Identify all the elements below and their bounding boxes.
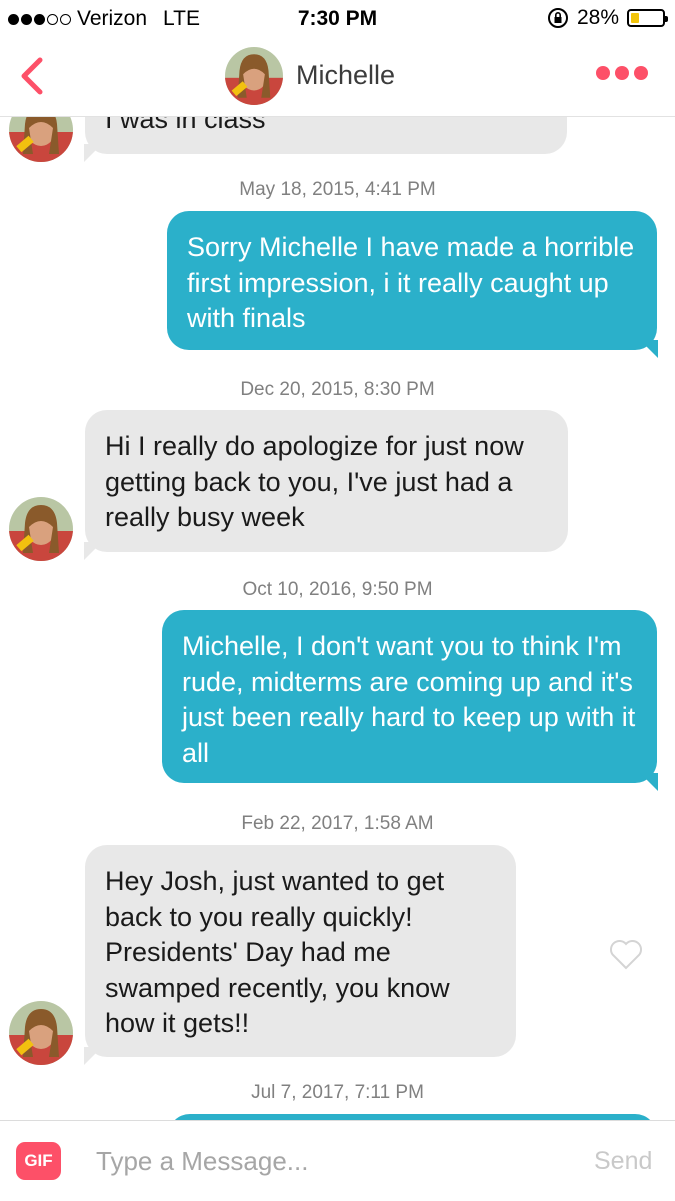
contact-avatar[interactable]: [9, 497, 73, 561]
header-avatar[interactable]: [225, 47, 283, 105]
message-input-bar: GIF Send: [0, 1120, 675, 1201]
message-bubble-outgoing[interactable]: Sorry Michelle I have made a horrible fi…: [167, 211, 657, 350]
battery-icon: [627, 9, 668, 27]
contact-avatar[interactable]: [9, 1001, 73, 1065]
timestamp: Dec 20, 2015, 8:30 PM: [240, 379, 435, 400]
gif-button[interactable]: GIF: [16, 1142, 61, 1180]
more-dots-icon[interactable]: [596, 66, 648, 80]
message-text: Sorry Michelle I have made a horrible fi…: [187, 232, 635, 333]
message-input[interactable]: [96, 1143, 566, 1179]
timestamp: Oct 10, 2016, 9:50 PM: [242, 579, 433, 600]
send-button[interactable]: Send: [594, 1147, 652, 1176]
message-text: Hey Josh, just wanted to get back to you…: [105, 866, 450, 1038]
contact-name[interactable]: Michelle: [296, 60, 395, 91]
heart-icon[interactable]: [608, 937, 644, 971]
battery-percent: 28%: [576, 6, 619, 29]
timestamp: Feb 22, 2017, 1:58 AM: [241, 813, 434, 834]
orientation-lock-icon: [547, 8, 568, 28]
message-text: Hi I really do apologize for just now ge…: [105, 431, 524, 532]
chat-header: Michelle: [0, 38, 675, 117]
message-bubble-incoming[interactable]: Hi I really do apologize for just now ge…: [85, 410, 568, 552]
chevron-left-icon[interactable]: [14, 54, 50, 98]
message-text: Michelle, I don't want you to think I'm …: [182, 631, 636, 768]
status-bar: Verizon LTE 7:30 PM 28%: [0, 0, 675, 38]
message-bubble-incoming[interactable]: Hey Josh, just wanted to get back to you…: [85, 845, 516, 1057]
timestamp: May 18, 2015, 4:41 PM: [239, 179, 436, 200]
message-bubble-outgoing[interactable]: Michelle, I don't want you to think I'm …: [162, 610, 657, 783]
battery-info: 28%: [547, 6, 668, 30]
timestamp: Jul 7, 2017, 7:11 PM: [251, 1082, 424, 1103]
